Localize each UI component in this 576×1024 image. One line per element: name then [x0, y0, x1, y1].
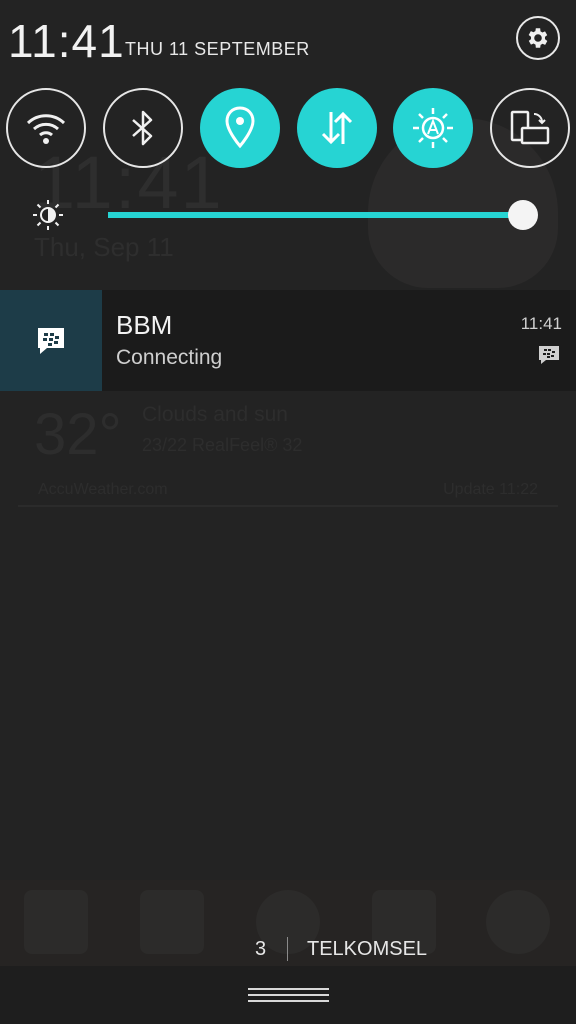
background-brand: AccuWeather.com — [38, 481, 168, 498]
notification-time: 11:41 — [520, 314, 562, 333]
carrier-name: TELKOMSEL — [307, 938, 428, 960]
data-transfer-icon — [321, 111, 353, 145]
gear-icon — [528, 28, 548, 48]
carrier-divider — [287, 937, 288, 961]
brightness-icon — [33, 200, 63, 230]
auto-brightness-icon — [413, 108, 453, 148]
toggle-location[interactable] — [200, 88, 280, 168]
drag-handle-icon[interactable] — [248, 988, 329, 1004]
settings-button[interactable] — [516, 16, 560, 60]
quick-settings-toggles — [0, 88, 576, 168]
rotate-icon — [510, 110, 550, 145]
location-pin-icon — [225, 106, 255, 149]
background-range: 23/22 RealFeel® 32 — [142, 435, 303, 455]
background-update: Update 11:22 — [443, 481, 538, 498]
shade-handle-bar[interactable] — [0, 966, 576, 1024]
toggle-bluetooth[interactable] — [103, 88, 183, 168]
brightness-control — [0, 195, 576, 235]
toggle-auto-brightness[interactable] — [393, 88, 473, 168]
notification-app-icon-box — [0, 290, 102, 391]
background-date: Thu, Sep 11 — [34, 232, 174, 262]
notification-bbm[interactable]: BBM Connecting 11:41 — [0, 290, 576, 391]
background-condition: Clouds and sun — [142, 403, 288, 426]
brightness-slider-track[interactable] — [108, 212, 523, 218]
shade-header: 11:41 THU 11 SEPTEMBER — [0, 0, 576, 80]
background-temperature: 32° — [34, 402, 122, 467]
toggle-auto-rotate[interactable] — [490, 88, 570, 168]
toggle-data[interactable] — [297, 88, 377, 168]
bbm-small-icon — [539, 346, 559, 364]
status-date: THU 11 SEPTEMBER — [125, 39, 310, 59]
brightness-slider-thumb[interactable] — [508, 200, 538, 230]
notification-text: Connecting — [116, 346, 223, 369]
bbm-icon — [38, 327, 64, 354]
background-weather-widget: 32° Clouds and sun 23/22 RealFeel® 32 Ac… — [18, 395, 558, 507]
carrier-info: 3 TELKOMSEL — [0, 935, 576, 965]
wifi-icon — [26, 114, 66, 144]
toggle-wifi[interactable] — [6, 88, 86, 168]
notification-title: BBM — [116, 310, 173, 340]
bluetooth-icon — [132, 110, 153, 146]
carrier-count: 3 — [255, 938, 267, 960]
status-clock: 11:41 — [8, 15, 125, 67]
